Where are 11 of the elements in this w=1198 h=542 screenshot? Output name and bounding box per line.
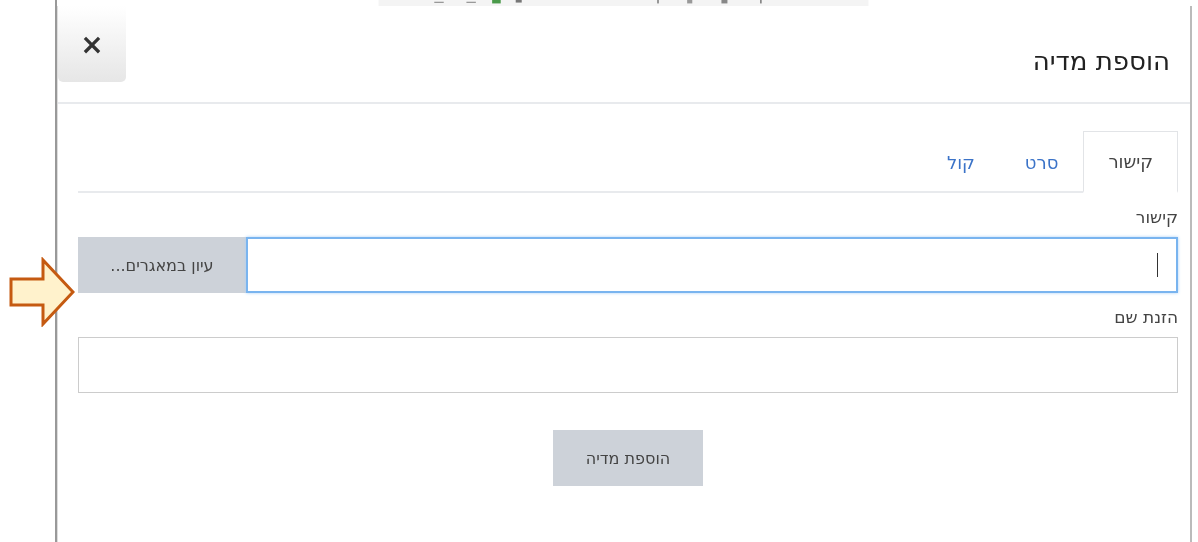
browse-button[interactable]: עיון במאגרים... (78, 237, 246, 293)
input-field[interactable] (246, 237, 1178, 293)
field-label: הזנת שם (1114, 307, 1178, 327)
field-label: קישור (1135, 207, 1178, 227)
pointer-arrow-icon (9, 257, 75, 327)
input-field[interactable] (78, 337, 1178, 393)
dialog-title: הוספת מדיה (1032, 46, 1170, 76)
add-media-button[interactable]: הוספת מדיה (553, 430, 703, 486)
tab[interactable]: קישור (1083, 131, 1178, 193)
tab[interactable]: קול (921, 131, 1000, 193)
tab[interactable]: סרט (999, 131, 1084, 193)
